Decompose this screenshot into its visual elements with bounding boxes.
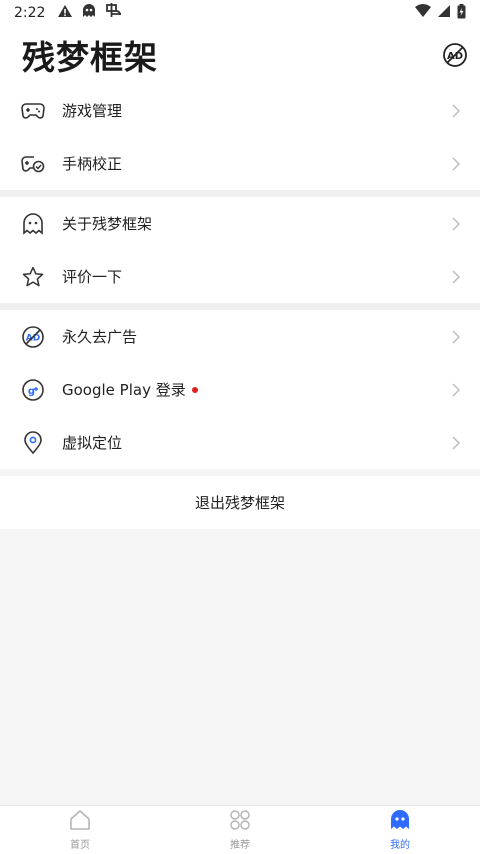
menu-item-game-manage[interactable]: 游戏管理 <box>0 84 480 137</box>
chevron-right-icon <box>450 103 462 119</box>
status-right <box>415 3 466 23</box>
chevron-right-icon <box>450 156 462 172</box>
nav-tab-mine[interactable]: 我的 <box>320 806 480 854</box>
nav-tab-recommend[interactable]: 推荐 <box>160 806 320 854</box>
home-icon <box>68 809 92 835</box>
menu-item-about[interactable]: 关于残梦框架 <box>0 197 480 250</box>
location-pin-icon <box>20 430 46 456</box>
chevron-right-icon <box>450 435 462 451</box>
menu-item-virtual-location[interactable]: 虚拟定位 <box>0 416 480 469</box>
svg-text:g: g <box>28 386 35 397</box>
section-divider <box>0 190 480 197</box>
ghost-notification-icon <box>81 3 97 23</box>
menu-item-google-play-login[interactable]: g Google Play 登录 <box>0 363 480 416</box>
section-divider <box>0 303 480 310</box>
menu-item-label: Google Play 登录 <box>62 379 450 400</box>
notification-dot <box>191 386 198 393</box>
menu-item-label: 永久去广告 <box>62 328 138 346</box>
battery-icon <box>457 3 466 23</box>
wifi-icon <box>415 4 431 22</box>
warning-icon <box>57 4 73 22</box>
star-icon <box>20 264 46 290</box>
section-extras: AD 永久去广告 g Google Play 登录 虚拟定位 <box>0 310 480 469</box>
menu-item-remove-ads[interactable]: AD 永久去广告 <box>0 310 480 363</box>
status-left: 2:22 <box>14 3 123 23</box>
recommend-icon <box>228 809 252 835</box>
bottom-nav: 首页 推荐 我的 <box>0 805 480 854</box>
no-ads-icon[interactable]: AD <box>442 42 468 68</box>
ghost-icon <box>20 211 46 237</box>
menu-item-gamepad-calibrate[interactable]: 手柄校正 <box>0 137 480 190</box>
nav-tab-label: 首页 <box>70 840 90 851</box>
page-title: 残梦框架 <box>22 38 158 77</box>
gamepad-icon <box>20 98 46 124</box>
menu-item-label: 评价一下 <box>62 268 123 286</box>
menu-item-text: Google Play 登录 <box>62 381 186 399</box>
nav-tab-label: 推荐 <box>230 840 250 851</box>
nav-tab-label: 我的 <box>390 840 410 851</box>
nav-tab-home[interactable]: 首页 <box>0 806 160 854</box>
menu-item-label: 关于残梦框架 <box>62 215 153 233</box>
chevron-right-icon <box>450 382 462 398</box>
cell-signal-icon <box>437 4 451 22</box>
menu-item-rate[interactable]: 评价一下 <box>0 250 480 303</box>
menu-item-label: 游戏管理 <box>62 102 123 120</box>
status-bar: 2:22 <box>0 0 480 26</box>
top-area: 2:22 残梦框架 AD <box>0 0 480 84</box>
chevron-right-icon <box>450 269 462 285</box>
header: 残梦框架 AD <box>0 26 480 84</box>
chevron-right-icon <box>450 329 462 345</box>
menu-item-label: 手柄校正 <box>62 155 123 173</box>
section-game: 游戏管理 手柄校正 <box>0 84 480 190</box>
section-about: 关于残梦框架 评价一下 <box>0 197 480 303</box>
exit-button[interactable]: 退出残梦框架 <box>0 476 480 529</box>
gamepad-calibrate-icon <box>20 151 46 177</box>
menu-item-label: 虚拟定位 <box>62 434 123 452</box>
no-ads-icon: AD <box>20 324 46 350</box>
chevron-right-icon <box>450 216 462 232</box>
google-plus-icon: g <box>20 377 46 403</box>
app-notification-icon <box>105 3 123 23</box>
ghost-icon <box>389 809 411 835</box>
status-time: 2:22 <box>14 5 46 21</box>
